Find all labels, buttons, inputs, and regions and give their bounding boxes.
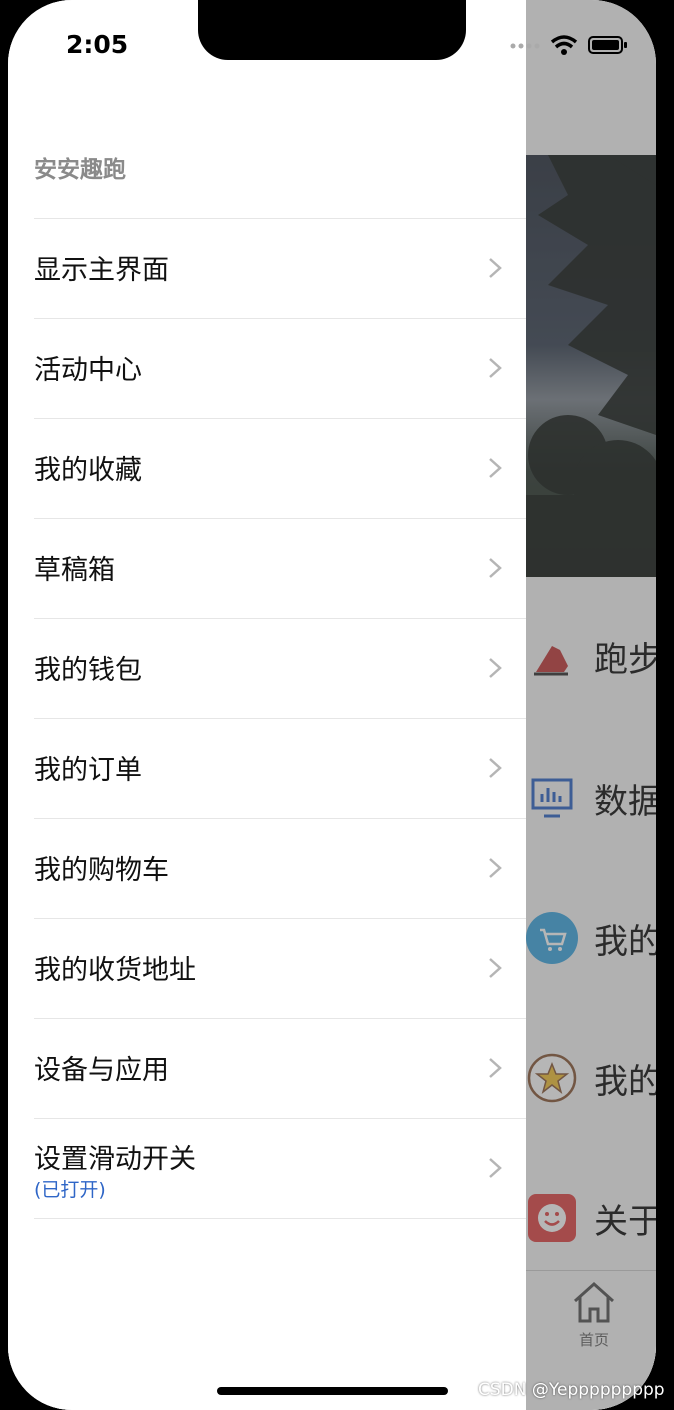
menu-item-status: (已打开) bbox=[34, 1179, 106, 1201]
home-indicator bbox=[217, 1387, 448, 1395]
watermark: CSDN @Yeppppppppp bbox=[478, 1380, 665, 1400]
screen: 跑步 数据 我的 我的 关于 首页 安安趣跑 显示主界面 活动中心 我的收藏 草… bbox=[8, 0, 656, 1410]
notch bbox=[198, 0, 466, 60]
menu-item-address[interactable]: 我的收货地址 bbox=[34, 919, 526, 1019]
menu-item-label: 活动中心 bbox=[34, 355, 142, 386]
menu-item-label: 我的收货地址 bbox=[34, 955, 196, 986]
battery-icon bbox=[588, 36, 627, 54]
chevron-right-icon bbox=[489, 358, 502, 378]
menu-item-label: 我的订单 bbox=[34, 755, 142, 786]
menu-item-label: 显示主界面 bbox=[34, 255, 169, 286]
menu-item-favorites[interactable]: 我的收藏 bbox=[34, 419, 526, 519]
chevron-right-icon bbox=[489, 458, 502, 478]
chevron-right-icon bbox=[489, 1158, 502, 1178]
chevron-right-icon bbox=[489, 758, 502, 778]
menu-item-show-main[interactable]: 显示主界面 bbox=[34, 219, 526, 319]
status-time: 2:05 bbox=[66, 30, 129, 59]
chevron-right-icon bbox=[489, 658, 502, 678]
menu-item-drafts[interactable]: 草稿箱 bbox=[34, 519, 526, 619]
menu-item-slide-switch[interactable]: 设置滑动开关 (已打开) bbox=[34, 1119, 526, 1219]
menu-item-orders[interactable]: 我的订单 bbox=[34, 719, 526, 819]
chevron-right-icon bbox=[489, 1058, 502, 1078]
chevron-right-icon bbox=[489, 858, 502, 878]
chevron-right-icon bbox=[489, 558, 502, 578]
menu-item-label: 草稿箱 bbox=[34, 555, 115, 586]
menu-item-label: 我的钱包 bbox=[34, 655, 142, 686]
menu-item-label: 我的购物车 bbox=[34, 855, 169, 886]
menu-item-cart[interactable]: 我的购物车 bbox=[34, 819, 526, 919]
menu-item-wallet[interactable]: 我的钱包 bbox=[34, 619, 526, 719]
drawer-menu: 显示主界面 活动中心 我的收藏 草稿箱 我的钱包 我的订单 我的购物车 我的收货… bbox=[34, 218, 526, 1219]
wifi-icon bbox=[550, 35, 578, 55]
menu-item-devices[interactable]: 设备与应用 bbox=[34, 1019, 526, 1119]
phone-frame: 跑步 数据 我的 我的 关于 首页 安安趣跑 显示主界面 活动中心 我的收藏 草… bbox=[0, 0, 674, 1410]
status-icons bbox=[510, 34, 628, 56]
menu-item-label: 我的收藏 bbox=[34, 455, 142, 486]
chevron-right-icon bbox=[489, 258, 502, 278]
signal-icon bbox=[510, 43, 540, 49]
drawer-title: 安安趣跑 bbox=[34, 157, 126, 183]
chevron-right-icon bbox=[489, 958, 502, 978]
menu-item-label: 设置滑动开关 bbox=[34, 1144, 196, 1175]
menu-item-activity-center[interactable]: 活动中心 bbox=[34, 319, 526, 419]
side-drawer: 安安趣跑 显示主界面 活动中心 我的收藏 草稿箱 我的钱包 我的订单 我的购物车… bbox=[8, 0, 526, 1410]
menu-item-label: 设备与应用 bbox=[34, 1055, 169, 1086]
